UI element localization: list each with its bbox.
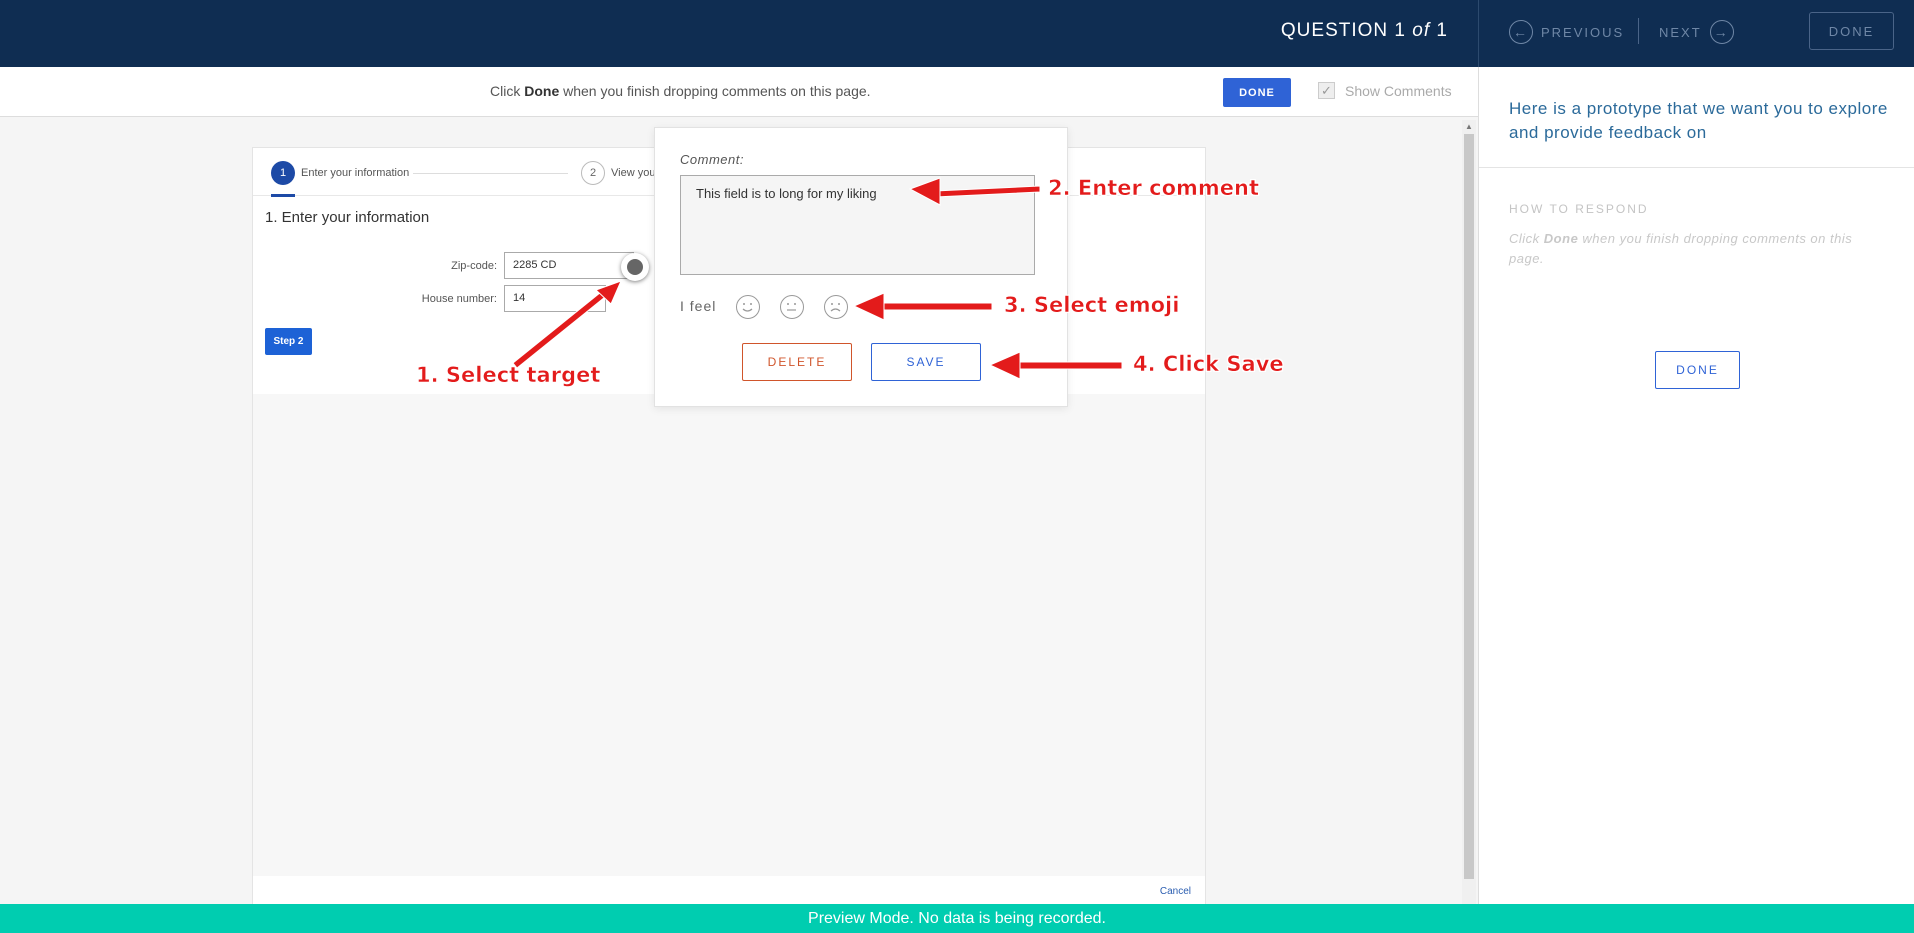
show-comments-checkbox[interactable]: ✓ <box>1318 82 1335 99</box>
step-1-number[interactable]: 1 <box>271 161 295 185</box>
next-label: NEXT <box>1659 24 1702 40</box>
hint-bold: Done <box>524 83 560 99</box>
toolbar-done-button[interactable]: DONE <box>1223 78 1291 107</box>
comment-popover: Comment: This field is to long for my li… <box>654 127 1068 407</box>
next-button[interactable]: NEXT → <box>1659 20 1734 44</box>
happy-emoji-icon[interactable] <box>736 295 760 319</box>
rp-hint-pre: Click <box>1509 231 1540 246</box>
show-comments-toggle[interactable]: ✓ Show Comments <box>1318 82 1452 99</box>
question-current: 1 <box>1394 20 1406 41</box>
house-number-label: House number: <box>421 293 497 305</box>
hint-pre: Click <box>490 83 521 99</box>
how-to-respond-hint: Click Done when you finish dropping comm… <box>1509 229 1889 269</box>
cancel-link[interactable]: Cancel <box>1160 886 1191 897</box>
step-2-number[interactable]: 2 <box>581 161 605 185</box>
annotation-enter-comment: 2. Enter comment <box>1048 176 1260 201</box>
previous-label: PREVIOUS <box>1541 24 1625 40</box>
scroll-up-icon[interactable]: ▲ <box>1465 122 1473 131</box>
annotation-select-emoji: 3. Select emoji <box>1004 293 1180 318</box>
form-title: 1. Enter your information <box>265 209 430 226</box>
comment-textarea[interactable]: This field is to long for my liking <box>680 175 1035 275</box>
comment-toolbar: Click Done when you finish dropping comm… <box>0 67 1478 117</box>
question-of: of <box>1412 20 1431 41</box>
comment-label: Comment: <box>680 152 744 167</box>
instructions-panel: Here is a prototype that we want you to … <box>1478 67 1914 905</box>
question-counter: QUESTION 1 of 1 <box>1281 20 1448 42</box>
panel-divider <box>1479 167 1914 168</box>
canvas-scrollbar[interactable]: ▲ <box>1462 120 1476 905</box>
top-header: QUESTION 1 of 1 <box>0 0 1478 67</box>
arrow-left-icon: ← <box>1509 20 1533 44</box>
show-comments-label: Show Comments <box>1345 82 1452 99</box>
panel-done-button[interactable]: DONE <box>1655 351 1740 389</box>
nav-divider <box>1638 18 1639 44</box>
active-step-indicator <box>271 194 295 197</box>
previous-button[interactable]: ← PREVIOUS <box>1509 20 1624 44</box>
delete-comment-button[interactable]: DELETE <box>742 343 852 381</box>
how-to-respond-heading: HOW TO RESPOND <box>1509 202 1649 216</box>
prototype-footer: Cancel <box>253 876 1205 906</box>
step-connector <box>413 173 568 174</box>
preview-mode-banner: Preview Mode. No data is being recorded. <box>0 904 1914 933</box>
question-total: 1 <box>1436 20 1448 41</box>
feel-label: I feel <box>680 298 717 314</box>
zip-label: Zip-code: <box>451 260 497 272</box>
step-1-label[interactable]: Enter your information <box>301 167 409 179</box>
arrow-right-icon: → <box>1709 20 1734 44</box>
scroll-thumb[interactable] <box>1464 134 1474 879</box>
sad-emoji-icon[interactable] <box>824 295 848 319</box>
toolbar-hint: Click Done when you finish dropping comm… <box>490 83 871 99</box>
rp-hint-bold: Done <box>1543 231 1579 246</box>
annotation-click-save: 4. Click Save <box>1133 352 1284 377</box>
task-intro: Here is a prototype that we want you to … <box>1509 99 1888 142</box>
header-done-button[interactable]: DONE <box>1809 12 1894 50</box>
step-2-button[interactable]: Step 2 <box>265 328 312 355</box>
question-prefix: QUESTION <box>1280 20 1389 41</box>
question-nav: ← PREVIOUS NEXT → DONE <box>1478 0 1914 67</box>
target-pin-dot <box>627 259 643 275</box>
hint-post: when you finish dropping comments on thi… <box>563 83 871 99</box>
house-number-input[interactable]: 14 <box>504 285 606 312</box>
zip-input[interactable]: 2285 CD <box>504 252 634 279</box>
comment-target-pin[interactable] <box>621 253 649 281</box>
neutral-emoji-icon[interactable] <box>780 295 804 319</box>
step-2-label[interactable]: View your <box>611 167 659 179</box>
annotation-select-target: 1. Select target <box>416 363 601 388</box>
save-comment-button[interactable]: SAVE <box>871 343 981 381</box>
